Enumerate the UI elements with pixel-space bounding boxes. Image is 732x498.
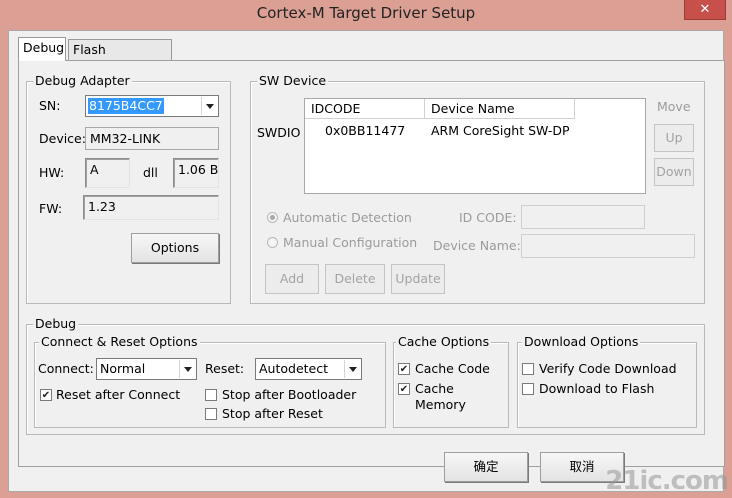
stop-after-bootloader-label: Stop after Bootloader xyxy=(222,387,357,402)
device-name-column-header[interactable]: Device Name xyxy=(425,99,575,119)
device-name-input[interactable] xyxy=(521,234,695,258)
update-button[interactable]: Update xyxy=(391,264,445,294)
connect-reset-legend: Connect & Reset Options xyxy=(39,334,200,349)
add-button[interactable]: Add xyxy=(265,264,319,294)
connect-label: Connect: xyxy=(38,361,94,376)
connect-value: Normal xyxy=(100,361,146,376)
reset-label: Reset: xyxy=(205,361,245,376)
sn-select[interactable]: 8175B4CC7 xyxy=(85,95,219,117)
sw-device-group: SW Device SWDIO IDCODE Device Name 0x0BB… xyxy=(250,74,705,304)
verify-code-download-checkbox[interactable] xyxy=(522,363,534,375)
reset-select[interactable]: Autodetect xyxy=(255,358,362,380)
debug-adapter-group: Debug Adapter SN: 8175B4CC7 Device: MM32… xyxy=(26,74,231,304)
tab-flash-download[interactable]: Flash Download xyxy=(68,39,172,77)
row-idcode[interactable]: 0x0BB11477 xyxy=(325,123,405,139)
stop-after-reset-label: Stop after Reset xyxy=(222,406,323,421)
reset-after-connect-label: Reset after Connect xyxy=(56,387,181,402)
chevron-down-icon[interactable] xyxy=(201,97,217,115)
automatic-detection-radio[interactable] xyxy=(267,212,278,223)
title-bar: Cortex-M Target Driver Setup ✕ xyxy=(0,0,732,28)
delete-button[interactable]: Delete xyxy=(325,264,385,294)
manual-configuration-label: Manual Configuration xyxy=(283,235,418,250)
dialog-client: Debug Flash Download Debug Adapter SN: 8… xyxy=(8,30,725,492)
chevron-down-icon[interactable] xyxy=(344,360,360,378)
up-button[interactable]: Up xyxy=(654,124,694,152)
fw-field: 1.23 xyxy=(83,195,219,220)
reset-value: Autodetect xyxy=(259,361,329,376)
down-button[interactable]: Down xyxy=(654,158,694,186)
hw-label: HW: xyxy=(39,165,65,180)
download-options-group: Download Options Verify Code Download Do… xyxy=(517,335,697,428)
download-to-flash-checkbox[interactable] xyxy=(522,383,534,395)
cache-code-label: Cache Code xyxy=(415,361,490,376)
debug-adapter-legend: Debug Adapter xyxy=(33,73,132,88)
cache-options-legend: Cache Options xyxy=(396,334,492,349)
dll-field: 1.06 Bu xyxy=(173,158,219,188)
stop-after-reset-checkbox[interactable] xyxy=(205,408,217,420)
device-field: MM32-LINK xyxy=(85,127,219,150)
swdio-label: SWDIO xyxy=(257,125,301,140)
move-label: Move xyxy=(657,99,691,114)
dialog-window: Cortex-M Target Driver Setup ✕ Debug Fla… xyxy=(0,0,732,498)
cache-options-group: Cache Options Cache Code Cache Memory xyxy=(393,335,509,428)
window-title: Cortex-M Target Driver Setup xyxy=(256,4,476,22)
connect-reset-group: Connect & Reset Options Connect: Normal … xyxy=(34,335,386,428)
automatic-detection-label: Automatic Detection xyxy=(283,210,412,225)
ok-button[interactable]: 确定 xyxy=(444,452,528,482)
download-to-flash-label: Download to Flash xyxy=(539,381,655,396)
manual-configuration-radio[interactable] xyxy=(267,237,278,248)
connect-select[interactable]: Normal xyxy=(96,358,197,380)
row-device-name[interactable]: ARM CoreSight SW-DP xyxy=(431,123,570,139)
device-name-label: Device Name: xyxy=(433,238,521,253)
device-label: Device: xyxy=(39,131,86,146)
cache-code-checkbox[interactable] xyxy=(398,363,410,375)
watermark-logo: 21ic.com xyxy=(605,466,729,496)
hw-field: A xyxy=(85,158,130,188)
close-icon[interactable]: ✕ xyxy=(684,0,726,20)
stop-after-bootloader-checkbox[interactable] xyxy=(205,389,217,401)
download-options-legend: Download Options xyxy=(522,334,641,349)
options-button[interactable]: Options xyxy=(131,233,219,263)
sw-device-table[interactable]: IDCODE Device Name 0x0BB11477 ARM CoreSi… xyxy=(304,98,646,194)
cache-memory-checkbox[interactable] xyxy=(398,383,410,395)
chevron-down-icon[interactable] xyxy=(179,360,195,378)
debug-options-group: Debug Connect & Reset Options Connect: N… xyxy=(26,317,705,435)
debug-options-legend: Debug xyxy=(33,316,79,331)
reset-after-connect-checkbox[interactable] xyxy=(40,389,52,401)
sn-label: SN: xyxy=(39,98,61,113)
verify-code-download-label: Verify Code Download xyxy=(539,361,677,376)
tab-debug[interactable]: Debug xyxy=(18,37,66,61)
id-code-label: ID CODE: xyxy=(459,210,517,225)
id-code-input[interactable] xyxy=(521,205,645,229)
idcode-column-header[interactable]: IDCODE xyxy=(305,99,425,119)
debug-tab-panel: Debug Adapter SN: 8175B4CC7 Device: MM32… xyxy=(18,60,725,467)
cache-memory-label: Cache Memory xyxy=(415,381,466,412)
sn-value: 8175B4CC7 xyxy=(88,98,164,114)
sw-device-legend: SW Device xyxy=(257,73,329,88)
fw-label: FW: xyxy=(39,201,63,216)
dll-label: dll xyxy=(143,165,158,180)
